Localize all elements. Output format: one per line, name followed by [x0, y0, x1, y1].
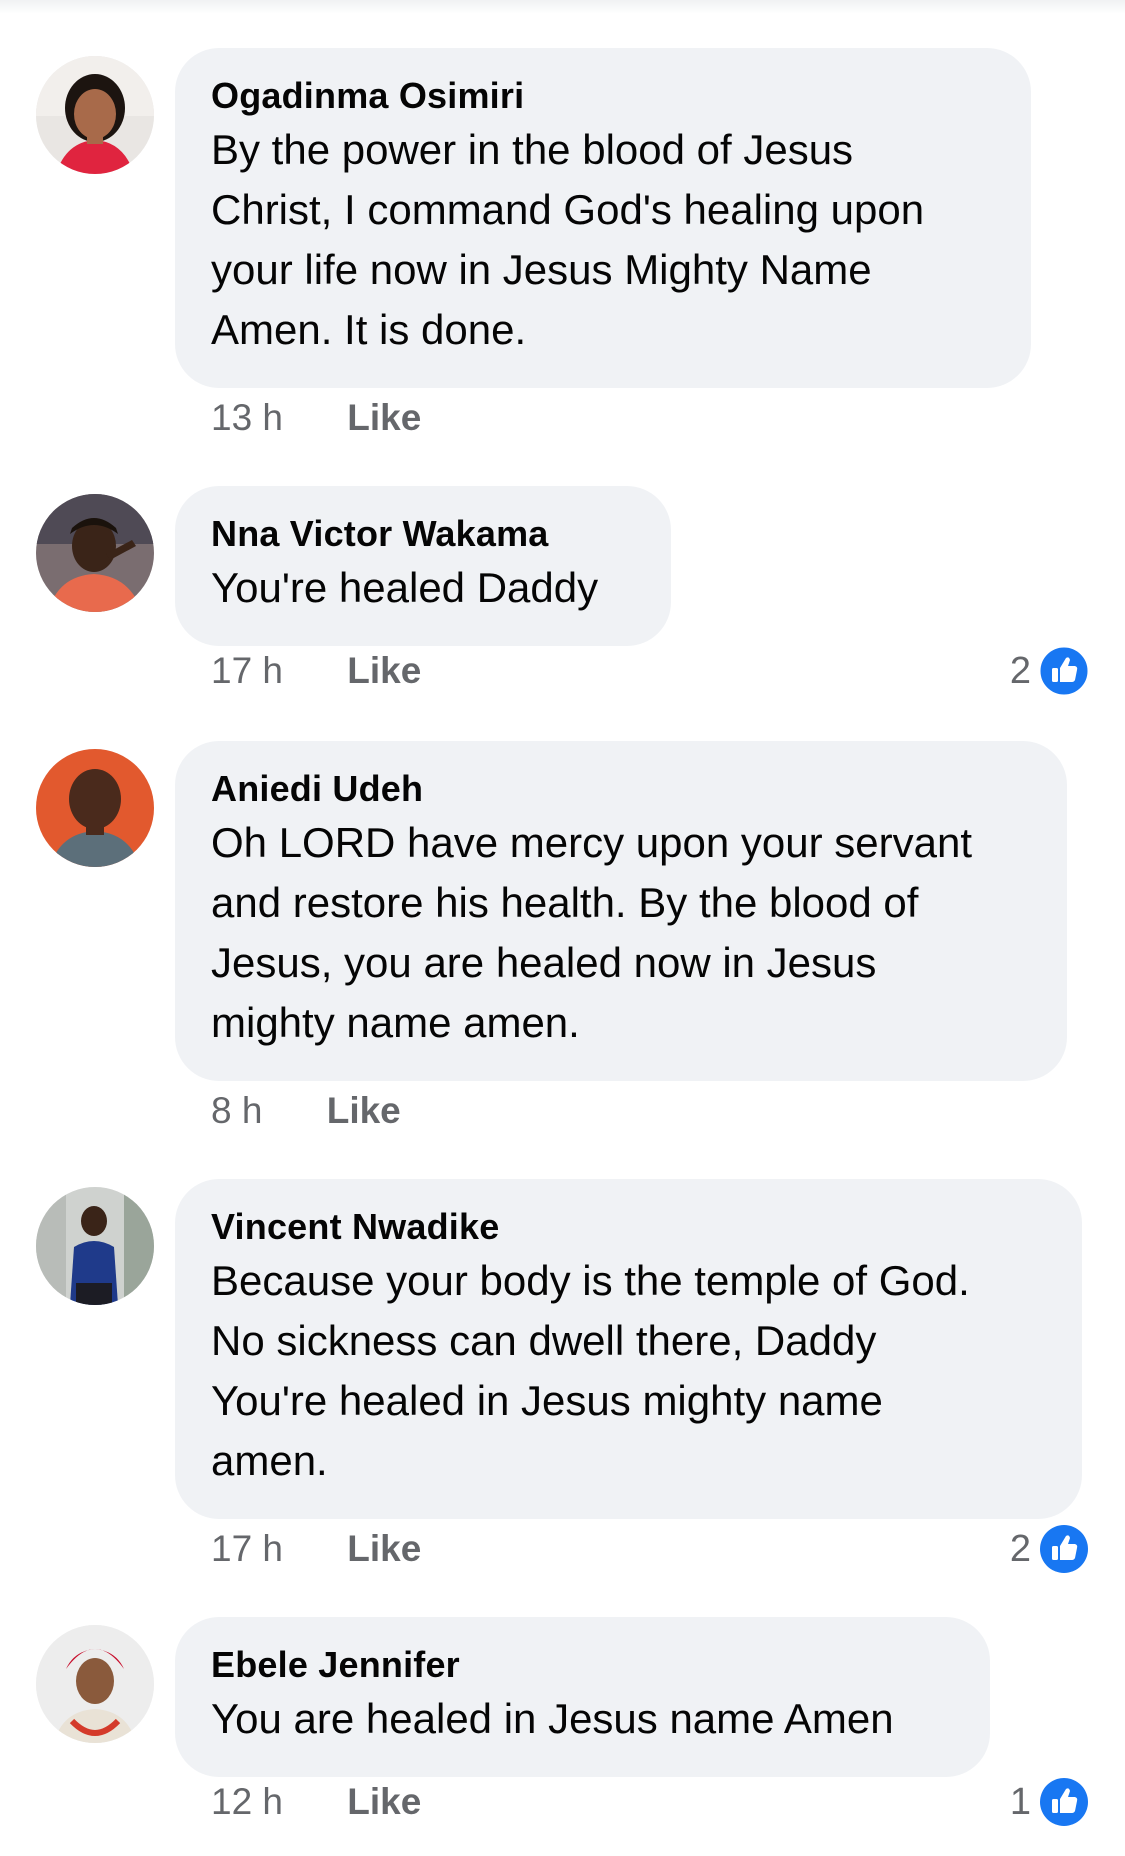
comment-timestamp[interactable]: 8 h	[211, 1089, 262, 1133]
reaction-count: 2	[1009, 1527, 1031, 1570]
comment-bubble[interactable]: Ogadinma Osimiri By the power in the blo…	[175, 48, 1031, 388]
reaction-count: 2	[1009, 649, 1031, 692]
like-button[interactable]: Like	[347, 1780, 421, 1824]
reaction-summary[interactable]: 2	[1009, 646, 1089, 696]
like-button[interactable]: Like	[327, 1089, 401, 1133]
comment-text: You are healed in Jesus name Amen	[211, 1695, 894, 1742]
comment-author[interactable]: Nna Victor Wakama	[211, 510, 633, 558]
like-button[interactable]: Like	[347, 649, 421, 693]
comment-author[interactable]: Aniedi Udeh	[211, 765, 1029, 813]
thumbs-up-icon	[1040, 1778, 1088, 1826]
avatar[interactable]	[36, 56, 154, 174]
comment-timestamp[interactable]: 13 h	[211, 396, 283, 440]
reaction-summary[interactable]: 1	[1010, 1778, 1089, 1826]
comment-author[interactable]: Ebele Jennifer	[211, 1641, 952, 1689]
comment-author[interactable]: Vincent Nwadike	[211, 1203, 1044, 1251]
comment-meta: 12 h Like	[211, 1780, 421, 1824]
comment-bubble[interactable]: Ebele Jennifer You are healed in Jesus n…	[175, 1617, 990, 1777]
comment-timestamp[interactable]: 12 h	[211, 1780, 283, 1824]
reaction-summary[interactable]: 2	[1010, 1525, 1089, 1573]
comment-bubble[interactable]: Vincent Nwadike Because your body is the…	[175, 1179, 1082, 1519]
comment-meta: 8 h Like	[211, 1089, 401, 1133]
thumbs-up-icon	[1040, 1525, 1088, 1573]
like-button[interactable]: Like	[347, 1527, 421, 1571]
comment-text: By the power in the blood of Jesus Chris…	[211, 126, 925, 353]
comment-bubble[interactable]: Nna Victor Wakama You're healed Daddy	[175, 486, 671, 646]
avatar[interactable]	[36, 1625, 154, 1743]
comment-timestamp[interactable]: 17 h	[211, 649, 283, 693]
comment-author[interactable]: Ogadinma Osimiri	[211, 72, 993, 120]
comment-meta: 13 h Like	[211, 396, 421, 440]
comment-meta: 17 h Like	[211, 649, 421, 693]
thumbs-up-icon	[1039, 646, 1089, 696]
like-button[interactable]: Like	[347, 396, 421, 440]
comment-text: Oh LORD have mercy upon your servant and…	[211, 819, 973, 1046]
reaction-count: 1	[1009, 1780, 1031, 1823]
comment-timestamp[interactable]: 17 h	[211, 1527, 283, 1571]
avatar[interactable]	[36, 494, 154, 612]
avatar[interactable]	[36, 749, 154, 867]
comment-meta: 17 h Like	[211, 1527, 421, 1571]
comment-bubble[interactable]: Aniedi Udeh Oh LORD have mercy upon your…	[175, 741, 1067, 1081]
comment-text: You're healed Daddy	[211, 564, 599, 611]
avatar[interactable]	[36, 1187, 154, 1305]
top-fade	[0, 0, 1125, 14]
comment-text: Because your body is the temple of God. …	[211, 1257, 970, 1484]
